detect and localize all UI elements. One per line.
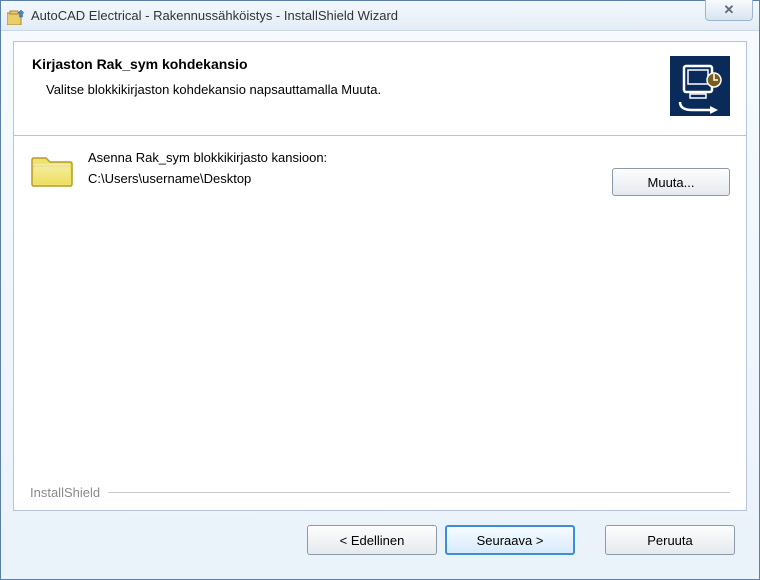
window-title: AutoCAD Electrical - Rakennussähköistys … (31, 8, 398, 23)
folder-icon (30, 150, 80, 191)
content-area: Kirjaston Rak_sym kohdekansio Valitse bl… (1, 31, 759, 579)
installer-window: AutoCAD Electrical - Rakennussähköistys … (0, 0, 760, 580)
destination-text: Asenna Rak_sym blokkikirjasto kansioon: … (80, 150, 602, 186)
page-subtitle: Valitse blokkikirjaston kohdekansio naps… (32, 82, 670, 97)
next-button[interactable]: Seuraava > (445, 525, 575, 555)
brand-row: InstallShield (30, 485, 730, 500)
installer-logo (670, 56, 730, 116)
titlebar: AutoCAD Electrical - Rakennussähköistys … (1, 1, 759, 31)
page-title: Kirjaston Rak_sym kohdekansio (32, 56, 670, 72)
divider (108, 492, 730, 494)
close-icon: ✕ (724, 2, 735, 18)
close-button[interactable]: ✕ (705, 0, 753, 21)
installer-icon (7, 7, 25, 25)
brand-label: InstallShield (30, 485, 108, 500)
header-panel: Kirjaston Rak_sym kohdekansio Valitse bl… (13, 41, 747, 136)
install-path: C:\Users\username\Desktop (88, 171, 602, 186)
back-button[interactable]: < Edellinen (307, 525, 437, 555)
header-text-block: Kirjaston Rak_sym kohdekansio Valitse bl… (32, 56, 670, 97)
footer-buttons: < Edellinen Seuraava > Peruuta (13, 511, 747, 567)
cancel-button[interactable]: Peruuta (605, 525, 735, 555)
destination-row: Asenna Rak_sym blokkikirjasto kansioon: … (30, 150, 730, 196)
body-panel: Asenna Rak_sym blokkikirjasto kansioon: … (13, 136, 747, 511)
change-button[interactable]: Muuta... (612, 168, 730, 196)
install-label: Asenna Rak_sym blokkikirjasto kansioon: (88, 150, 602, 165)
